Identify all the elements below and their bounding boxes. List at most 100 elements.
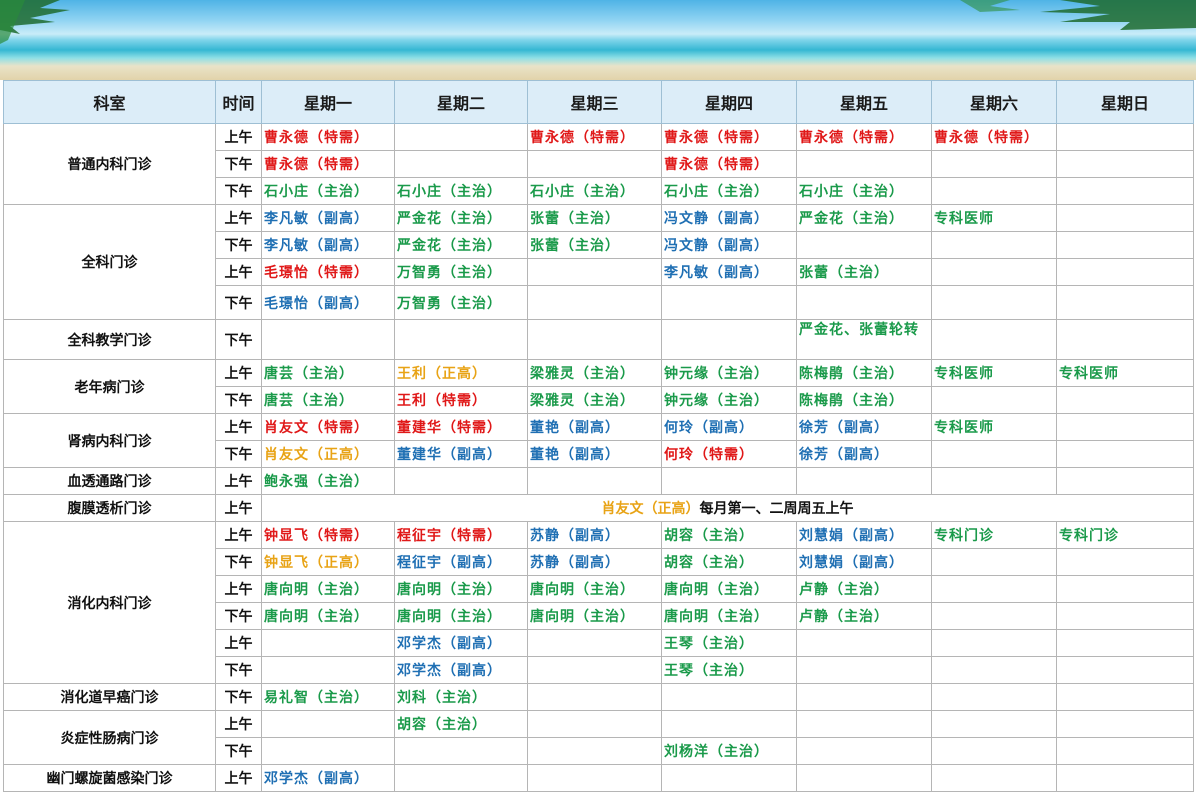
schedule-cell [1056, 602, 1194, 630]
schedule-cell [527, 319, 662, 360]
schedule-cell: 曹永德（特需） [661, 123, 797, 151]
schedule-cell [527, 656, 662, 684]
time-cell: 上午 [215, 710, 262, 738]
dept-cell: 全科教学门诊 [3, 319, 216, 360]
dept-cell: 消化内科门诊 [3, 521, 216, 684]
schedule-cell: 刘科（主治） [394, 683, 528, 711]
schedule-cell: 唐向明（主治） [261, 602, 395, 630]
schedule-cell: 董建华（副高） [394, 440, 528, 468]
schedule-cell: 刘慧娟（副高） [796, 521, 932, 549]
schedule-cell: 唐向明（主治） [527, 575, 662, 603]
schedule-cell [796, 285, 932, 320]
schedule-cell: 苏静（副高） [527, 521, 662, 549]
schedule-cell: 徐芳（副高） [796, 413, 932, 441]
schedule-cell: 冯文静（副高） [661, 231, 797, 259]
schedule-cell [931, 440, 1057, 468]
schedule-cell [796, 683, 932, 711]
time-cell: 下午 [215, 656, 262, 684]
schedule-cell [661, 467, 797, 495]
time-cell: 上午 [215, 629, 262, 657]
schedule-cell [394, 737, 528, 765]
schedule-cell: 邓学杰（副高） [394, 629, 528, 657]
schedule-cell: 何玲（特需） [661, 440, 797, 468]
time-cell: 下午 [215, 231, 262, 259]
schedule-cell: 钟元缘（主治） [661, 386, 797, 414]
schedule-cell: 邓学杰（副高） [261, 764, 395, 792]
time-cell: 上午 [215, 575, 262, 603]
schedule-table: 科室 时间 星期一 星期二 星期三 星期四 星期五 星期六 星期日 普通内科门诊… [3, 80, 1194, 792]
header-row: 科室 时间 星期一 星期二 星期三 星期四 星期五 星期六 星期日 [3, 80, 1194, 124]
time-cell: 上午 [215, 467, 262, 495]
dept-cell: 老年病门诊 [3, 359, 216, 414]
schedule-cell: 徐芳（副高） [796, 440, 932, 468]
schedule-cell [394, 467, 528, 495]
schedule-cell: 石小庄（主治） [527, 177, 662, 205]
schedule-cell: 王利（特需） [394, 386, 528, 414]
schedule-body: 普通内科门诊 上午 曹永德（特需） 曹永德（特需） 曹永德（特需） 曹永德（特需） 曹永德（… [3, 123, 1194, 792]
time-cell: 下午 [215, 319, 262, 360]
time-cell: 上午 [215, 123, 262, 151]
header-tue: 星期二 [394, 80, 528, 124]
schedule-cell: 陈梅鹃（主治） [796, 386, 932, 414]
schedule-cell: 严金花（主治） [394, 204, 528, 232]
schedule-cell: 石小庄（主治） [261, 177, 395, 205]
schedule-cell [661, 285, 797, 320]
schedule-cell: 石小庄（主治） [796, 177, 932, 205]
table-row: 肾病内科门诊 上午 肖友文（特需） 董建华（特需） 董艳（副高） 何玲（副高） 徐芳（副高）… [3, 413, 1194, 468]
schedule-cell [931, 575, 1057, 603]
time-cell: 下午 [215, 548, 262, 576]
schedule-cell [1056, 548, 1194, 576]
schedule-cell [527, 764, 662, 792]
schedule-cell: 何玲（副高） [661, 413, 797, 441]
schedule-cell: 唐向明（主治） [661, 602, 797, 630]
schedule-cell: 董艳（副高） [527, 440, 662, 468]
schedule-cell: 专科门诊 [1056, 521, 1194, 549]
schedule-cell: 毛璟怡（副高） [261, 285, 395, 320]
schedule-cell: 石小庄（主治） [394, 177, 528, 205]
schedule-cell: 王琴（主治） [661, 629, 797, 657]
dept-cell: 消化道早癌门诊 [3, 683, 216, 711]
dept-cell: 腹膜透析门诊 [3, 494, 216, 522]
schedule-cell [661, 319, 797, 360]
schedule-cell: 卢静（主治） [796, 602, 932, 630]
schedule-cell: 石小庄（主治） [661, 177, 797, 205]
header-sat: 星期六 [931, 80, 1057, 124]
table-row: 普通内科门诊 上午 曹永德（特需） 曹永德（特需） 曹永德（特需） 曹永德（特需） 曹永德（… [3, 123, 1194, 205]
dept-cell: 血透通路门诊 [3, 467, 216, 495]
schedule-cell [1056, 386, 1194, 414]
table-row: 腹膜透析门诊 上午 肖友文（正高）每月第一、二周周五上午 [3, 494, 1194, 522]
schedule-cell [1056, 123, 1194, 151]
schedule-cell: 唐向明（主治） [261, 575, 395, 603]
schedule-cell [796, 764, 932, 792]
schedule-cell [1056, 231, 1194, 259]
schedule-cell [931, 177, 1057, 205]
schedule-cell: 曹永德（特需） [931, 123, 1057, 151]
schedule-cell: 胡容（主治） [661, 521, 797, 549]
schedule-cell [261, 319, 395, 360]
schedule-cell: 卢静（主治） [796, 575, 932, 603]
schedule-cell: 苏静（副高） [527, 548, 662, 576]
schedule-cell: 钟元缘（主治） [661, 359, 797, 387]
table-row: 老年病门诊 上午 唐芸（主治） 王利（正高） 梁雅灵（主治） 钟元缘（主治） 陈梅鹃（主治）… [3, 359, 1194, 414]
schedule-cell: 曹永德（特需） [796, 123, 932, 151]
schedule-cell: 胡容（主治） [661, 548, 797, 576]
time-cell: 上午 [215, 521, 262, 549]
schedule-cell: 肖友文（特需） [261, 413, 395, 441]
time-cell: 上午 [215, 258, 262, 286]
schedule-cell [931, 683, 1057, 711]
dept-cell: 炎症性肠病门诊 [3, 710, 216, 765]
schedule-cell [931, 737, 1057, 765]
schedule-cell: 专科医师 [931, 359, 1057, 387]
schedule-cell: 严金花（主治） [394, 231, 528, 259]
time-cell: 上午 [215, 413, 262, 441]
schedule-cell [1056, 737, 1194, 765]
schedule-cell: 陈梅鹃（主治） [796, 359, 932, 387]
schedule-cell [527, 467, 662, 495]
header-wed: 星期三 [527, 80, 662, 124]
schedule-cell [1056, 258, 1194, 286]
schedule-cell [527, 258, 662, 286]
schedule-cell: 胡容（主治） [394, 710, 528, 738]
time-cell: 上午 [215, 359, 262, 387]
schedule-cell: 曹永德（特需） [261, 123, 395, 151]
schedule-cell [796, 467, 932, 495]
